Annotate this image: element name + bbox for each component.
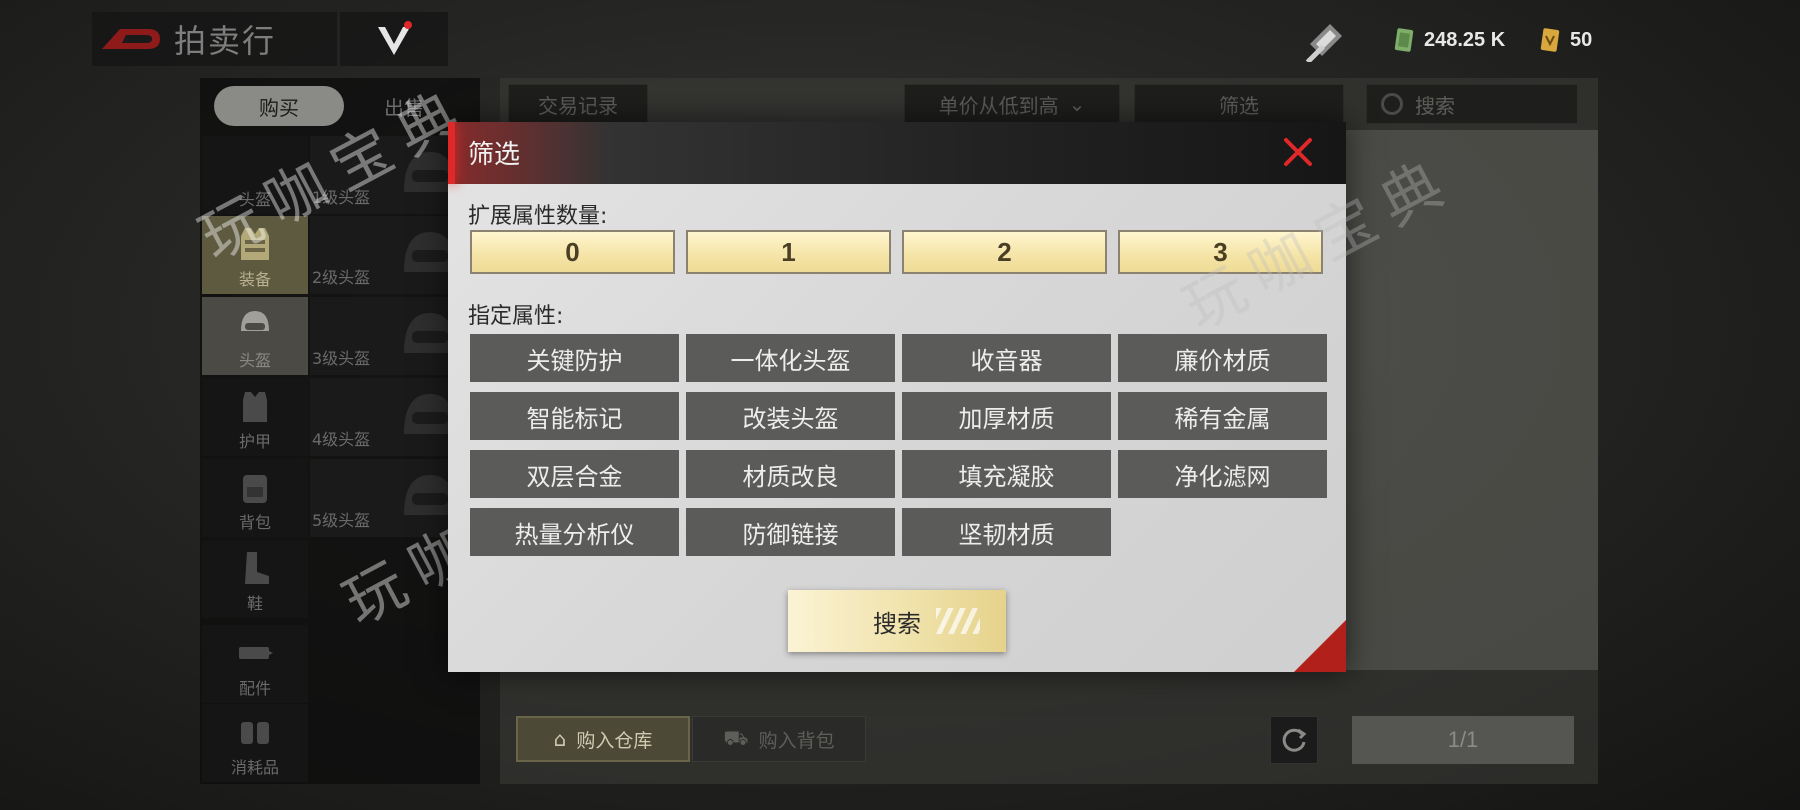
tab-buy[interactable]: 购买 (214, 86, 344, 126)
armor-icon (243, 392, 267, 422)
category-helmet-top[interactable]: 头盔 (202, 136, 308, 214)
warehouse-icon: ⌂ (553, 727, 567, 751)
ext-count-option-1[interactable]: 1 (686, 230, 891, 274)
category-label: 消耗品 (230, 758, 279, 777)
category-label: 鞋 (246, 594, 263, 613)
boot-icon (245, 552, 269, 584)
attachment-icon (239, 647, 273, 659)
filter-label: 筛选 (1219, 93, 1259, 118)
subcategory-label: 3级头盔 (312, 349, 371, 368)
filter-button[interactable]: 筛选 (1134, 84, 1344, 124)
attribute-option[interactable]: 稀有金属 (1118, 392, 1327, 440)
category-label: 头盔 (238, 351, 271, 370)
chevron-down-icon: ⌄ (1068, 92, 1086, 116)
attribute-option[interactable]: 一体化头盔 (686, 334, 895, 382)
ticket-display: 50 (1540, 20, 1592, 60)
category-equipment[interactable]: 装备 (202, 216, 308, 294)
backpack-icon (243, 475, 267, 503)
close-icon[interactable] (1278, 132, 1318, 172)
cash-icon (1394, 28, 1414, 52)
refresh-icon (1282, 728, 1307, 752)
search-icon (1381, 93, 1403, 115)
tab-sell[interactable]: 出售 (354, 86, 454, 126)
ext-count-option-0[interactable]: 0 (470, 230, 675, 274)
buy-warehouse-label: 购入仓库 (576, 729, 653, 752)
category-consumables[interactable]: 消耗品 (202, 704, 308, 782)
specified-attribute-label: 指定属性: (468, 304, 564, 329)
sort-label: 单价从低到高 (938, 93, 1059, 118)
vest-icon (241, 228, 269, 260)
backpack-cart-icon: ⛟ (723, 725, 749, 750)
attribute-option[interactable]: 廉价材质 (1118, 334, 1327, 382)
vip-button[interactable] (340, 12, 448, 66)
attribute-option[interactable]: 净化滤网 (1118, 450, 1327, 498)
attribute-option[interactable]: 改装头盔 (686, 392, 895, 440)
money-amount: 248.25 K (1424, 28, 1506, 51)
buy-to-warehouse-button[interactable]: ⌂ 购入仓库 (516, 716, 690, 762)
category-armor[interactable]: 护甲 (202, 378, 308, 456)
category-backpack[interactable]: 背包 (202, 459, 308, 537)
page-title: 拍卖行 (174, 22, 277, 60)
subcategory-label: 5级头盔 (312, 511, 371, 530)
header-accent (448, 122, 455, 184)
attribute-option[interactable]: 双层合金 (470, 450, 679, 498)
search-input[interactable]: 搜索 (1366, 84, 1578, 124)
subcategory-label: 1级头盔 (312, 188, 371, 207)
decorative-stripes (936, 608, 980, 634)
trade-record-label: 交易记录 (538, 93, 618, 118)
attribute-option[interactable]: 坚韧材质 (902, 508, 1111, 556)
category-attachments[interactable]: 配件 (202, 625, 308, 703)
helmet-icon (241, 311, 269, 331)
sort-dropdown[interactable]: 单价从低到高 ⌄ (904, 84, 1120, 124)
subcategory-label: 4级头盔 (312, 430, 371, 449)
dialog-header: 筛选 (448, 122, 1346, 184)
buy-sell-tabs: 购买 出售 (214, 86, 464, 126)
search-button-label: 搜索 (873, 609, 921, 638)
consumable-icon (241, 722, 269, 744)
ext-count-option-3[interactable]: 3 (1118, 230, 1323, 274)
auction-logo-icon (102, 29, 160, 49)
auction-header: 拍卖行 (92, 12, 337, 66)
attribute-option[interactable]: 关键防护 (470, 334, 679, 382)
attribute-option[interactable]: 填充凝胶 (902, 450, 1111, 498)
attribute-option[interactable]: 加厚材质 (902, 392, 1111, 440)
ticket-count: 50 (1570, 28, 1593, 51)
attribute-option[interactable]: 材质改良 (686, 450, 895, 498)
category-helmet[interactable]: 头盔 (202, 297, 308, 375)
category-label: 护甲 (238, 432, 271, 451)
refresh-button[interactable] (1270, 716, 1318, 764)
dialog-title: 筛选 (468, 140, 521, 170)
attribute-option[interactable]: 智能标记 (470, 392, 679, 440)
attribute-option[interactable]: 热量分析仪 (470, 508, 679, 556)
search-button[interactable]: 搜索 (788, 590, 1006, 652)
category-shoes[interactable]: 鞋 (202, 540, 308, 618)
trade-record-button[interactable]: 交易记录 (508, 84, 648, 124)
attribute-option[interactable]: 防御链接 (686, 508, 895, 556)
search-placeholder: 搜索 (1415, 93, 1455, 118)
subcategory-label: 2级头盔 (312, 268, 371, 287)
category-label: 配件 (238, 679, 271, 698)
money-display: 248.25 K (1394, 20, 1505, 60)
category-label: 头盔 (238, 190, 271, 209)
ext-count-option-2[interactable]: 2 (902, 230, 1107, 274)
v-logo-icon (378, 21, 412, 55)
buy-backpack-label: 购入背包 (758, 729, 835, 752)
buy-to-backpack-button[interactable]: ⛟ 购入背包 (692, 716, 866, 762)
category-label: 装备 (238, 270, 271, 289)
category-label: 背包 (238, 513, 271, 532)
ticket-icon (1540, 28, 1560, 52)
auction-hammer-icon[interactable] (1300, 16, 1350, 62)
extension-count-label: 扩展属性数量: (468, 204, 608, 229)
page-indicator: 1/1 (1352, 716, 1574, 764)
filter-dialog: 筛选 扩展属性数量: 0 1 2 3 指定属性: 关键防护 一体化头盔 收音器 … (448, 122, 1346, 672)
attribute-option[interactable]: 收音器 (902, 334, 1111, 382)
dialog-corner-accent (1294, 620, 1346, 672)
